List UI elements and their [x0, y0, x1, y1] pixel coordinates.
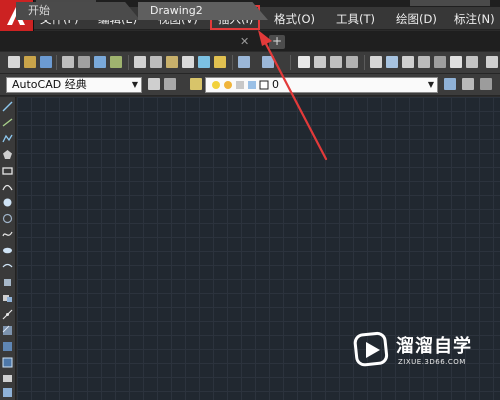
workspace-settings-icon[interactable] [148, 78, 160, 90]
construction-line-icon[interactable] [2, 117, 13, 128]
publish-icon[interactable] [94, 56, 106, 68]
line-icon[interactable] [2, 101, 13, 112]
layer-select-value: 0 [272, 78, 279, 91]
undo-icon[interactable] [238, 56, 250, 68]
match-properties-icon[interactable] [182, 56, 194, 68]
make-current-icon[interactable] [444, 78, 456, 90]
layer-state-icons [212, 80, 269, 90]
zoom-window-icon[interactable] [330, 56, 342, 68]
file-tab-bar [0, 31, 500, 51]
zoom-realtime-icon[interactable] [314, 56, 326, 68]
toolbar-separator [128, 55, 129, 70]
ellipse-icon[interactable] [2, 245, 13, 256]
menu-draw[interactable]: 绘图(D) [396, 11, 437, 27]
new-icon[interactable] [8, 56, 20, 68]
title-segment [410, 0, 490, 6]
watermark-url: ZIXUE.3D66.COM [398, 358, 466, 366]
customize-icon[interactable] [164, 78, 176, 90]
design-center-icon[interactable] [386, 56, 398, 68]
menu-tools[interactable]: 工具(T) [336, 11, 375, 27]
pan-icon[interactable] [298, 56, 310, 68]
toolbar-separator [290, 55, 291, 70]
zoom-previous-icon[interactable] [346, 56, 358, 68]
brush-icon[interactable] [214, 56, 226, 68]
markup-icon[interactable] [434, 56, 446, 68]
point-icon[interactable] [2, 309, 13, 320]
layer-select[interactable]: 0 ▼ [205, 77, 438, 93]
revision-cloud-icon[interactable] [2, 213, 13, 224]
toolbar-separator [56, 55, 57, 70]
close-tab-icon[interactable]: ✕ [240, 35, 249, 48]
new-tab-button[interactable]: + [269, 35, 285, 49]
play-logo-icon [353, 331, 389, 367]
menu-dimension[interactable]: 标注(N) [454, 11, 495, 27]
tab-drawing2[interactable]: Drawing2 [138, 2, 268, 20]
hatch-icon[interactable] [2, 325, 13, 336]
region-icon[interactable] [2, 357, 13, 368]
help-icon[interactable] [486, 56, 498, 68]
print-icon[interactable] [62, 56, 74, 68]
calculator-icon[interactable] [466, 56, 478, 68]
table-icon[interactable] [2, 373, 13, 384]
circle-icon[interactable] [2, 197, 13, 208]
rectangle-icon[interactable] [2, 165, 13, 176]
redo-icon[interactable] [262, 56, 274, 68]
polyline-icon[interactable] [2, 133, 13, 144]
block-editor-icon[interactable] [198, 56, 210, 68]
toolbar-separator [364, 55, 365, 70]
preview-icon[interactable] [78, 56, 90, 68]
watermark: 溜溜自学 ZIXUE.3D66.COM [352, 326, 472, 384]
chevron-down-icon: ▼ [131, 80, 138, 89]
standard-toolbar [0, 52, 500, 74]
workspace-select-value: AutoCAD 经典 [12, 78, 87, 91]
draw-toolbar [0, 97, 16, 400]
layer-state-icon[interactable] [480, 78, 492, 90]
quickcalc-icon[interactable] [450, 56, 462, 68]
chevron-down-icon: ▼ [427, 80, 434, 89]
layer-properties-icon[interactable] [190, 78, 202, 90]
copy-icon[interactable] [150, 56, 162, 68]
save-icon[interactable] [40, 56, 52, 68]
workspace-select[interactable]: AutoCAD 经典 ▼ [6, 77, 142, 93]
open-icon[interactable] [24, 56, 36, 68]
properties-icon[interactable] [370, 56, 382, 68]
insert-block-icon[interactable] [2, 277, 13, 288]
gradient-icon[interactable] [2, 341, 13, 352]
ellipse-arc-icon[interactable] [2, 261, 13, 272]
arc-icon[interactable] [2, 181, 13, 192]
cut-icon[interactable] [134, 56, 146, 68]
multiline-text-icon[interactable] [2, 387, 13, 398]
layer-previous-icon[interactable] [462, 78, 474, 90]
toolbar-separator [232, 55, 233, 70]
3d-print-icon[interactable] [110, 56, 122, 68]
menu-format[interactable]: 格式(O) [274, 11, 315, 27]
tool-palettes-icon[interactable] [402, 56, 414, 68]
polygon-icon[interactable] [2, 149, 13, 160]
make-block-icon[interactable] [2, 293, 13, 304]
paste-icon[interactable] [166, 56, 178, 68]
spline-icon[interactable] [2, 229, 13, 240]
sheet-set-icon[interactable] [418, 56, 430, 68]
tab-start[interactable]: 开始 [16, 2, 140, 20]
watermark-brand: 溜溜自学 [396, 336, 472, 357]
